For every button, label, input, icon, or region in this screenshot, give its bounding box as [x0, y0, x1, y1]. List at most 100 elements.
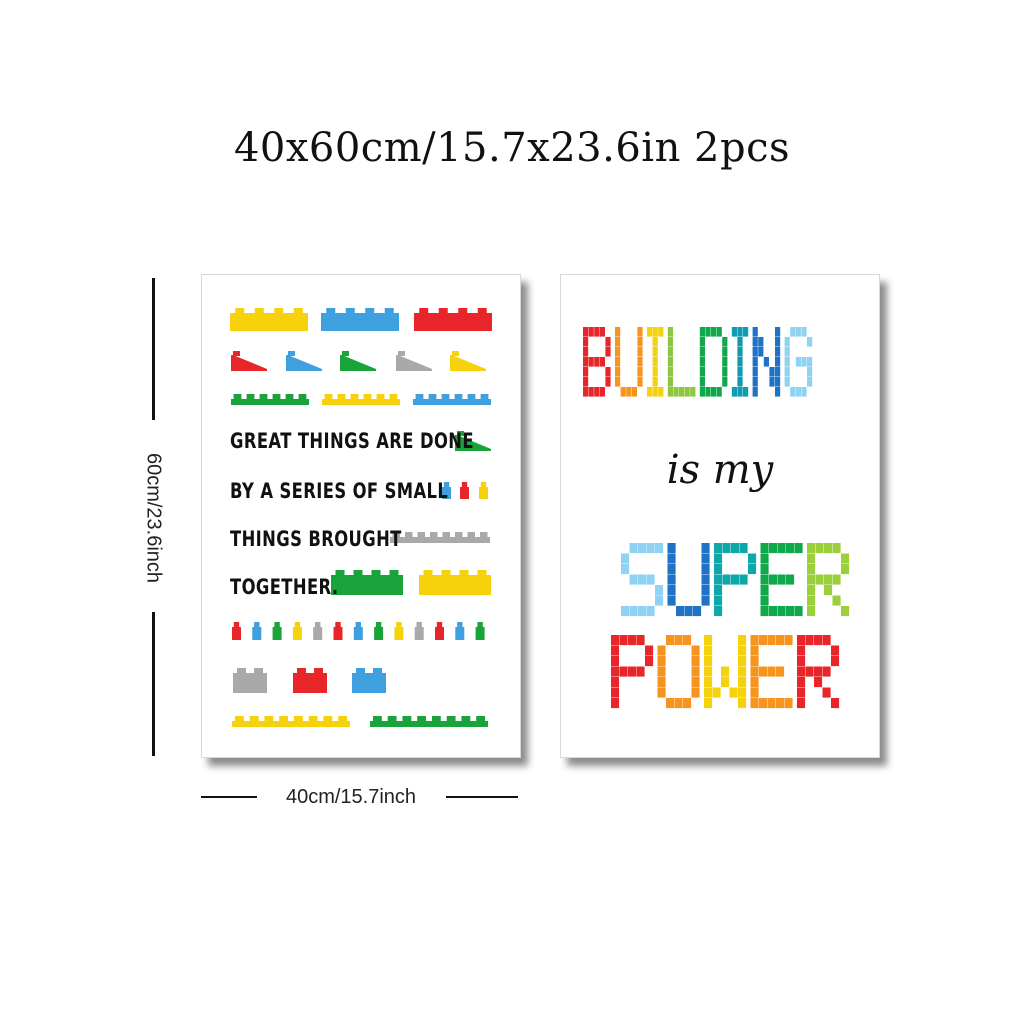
quote-line-4: TOGETHER.: [230, 575, 339, 599]
green-brick: [331, 575, 403, 595]
power-letter-pixel: [759, 666, 768, 677]
power-letter-pixel: [738, 677, 747, 688]
page-title: 40x60cm/15.7x23.6in 2pcs: [233, 125, 791, 171]
yellow-plate-stud: [389, 394, 398, 399]
building-letter-pixel: [667, 387, 673, 397]
super-letter-pixel: [621, 606, 630, 617]
super-letter-pixel: [667, 543, 676, 554]
super-letter-pixel: [807, 553, 816, 564]
green-plate: [231, 399, 309, 405]
power-letter-pixel: [657, 645, 666, 656]
power-letter-pixel: [691, 645, 700, 656]
building-letter-pixel: [626, 387, 632, 397]
quote-line-1: GREAT THINGS ARE DONE: [230, 429, 474, 453]
yellow-plate-stud: [350, 394, 359, 399]
building-letter-pixel: [658, 387, 664, 397]
building-letter-pixel: [752, 327, 758, 337]
red-mini-brick: [460, 487, 469, 499]
height-label: 60cm/23.6inch: [142, 452, 165, 584]
building-letter-pixel: [615, 347, 621, 357]
power-letter-pixel: [674, 698, 683, 709]
width-measure-line-left: [201, 796, 257, 798]
green-plate-stud: [259, 394, 268, 399]
building-letter-pixel: [743, 327, 749, 337]
building-letter-pixel: [647, 387, 653, 397]
pixel-lettering: [583, 327, 850, 709]
yellow-brick-stud: [254, 308, 264, 313]
super-letter-pixel: [739, 543, 748, 554]
building-letter-pixel: [699, 347, 705, 357]
super-letter-pixel: [714, 543, 723, 554]
gray-plate-stud: [442, 532, 450, 537]
building-letter-pixel: [583, 387, 589, 397]
super-letter-pixel: [815, 574, 824, 585]
building-letter-pixel: [637, 327, 643, 337]
super-letter-pixel: [760, 606, 769, 617]
blue-plate-stud: [441, 394, 450, 399]
building-letter-pixel: [795, 327, 801, 337]
red-2x2-brick: [293, 673, 327, 693]
building-letter-pixel: [690, 387, 696, 397]
blue-plate: [413, 399, 491, 405]
super-letter-pixel: [621, 553, 630, 564]
tiny-brick: [394, 627, 404, 640]
power-letter-pixel: [611, 656, 620, 667]
building-letter-pixel: [594, 387, 600, 397]
green-plate-stud: [298, 394, 307, 399]
super-letter-pixel: [629, 574, 638, 585]
power-letter-pixel: [776, 666, 785, 677]
building-letter-pixel: [784, 337, 790, 347]
building-letter-pixel: [801, 387, 807, 397]
building-letter-pixel: [667, 377, 673, 387]
building-letter-pixel: [615, 337, 621, 347]
building-letter-pixel: [652, 347, 658, 357]
super-letter-pixel: [701, 585, 710, 596]
power-letter-pixel: [628, 635, 637, 646]
tiny-brick-stud: [416, 622, 422, 627]
super-letter-pixel: [769, 606, 778, 617]
building-letter-pixel: [807, 367, 813, 377]
power-letter-pixel: [691, 656, 700, 667]
building-letter-pixel: [763, 357, 769, 367]
building-letter-pixel: [673, 387, 679, 397]
super-letter-pixel: [748, 564, 757, 575]
width-measure-line-right: [446, 796, 518, 798]
building-letter-pixel: [605, 337, 611, 347]
tiny-brick: [455, 627, 465, 640]
super-letter-pixel: [714, 564, 723, 575]
power-letter-pixel: [784, 635, 793, 646]
super-letter-pixel: [777, 606, 786, 617]
blue-brick-stud: [365, 308, 375, 313]
tiny-brick-stud: [254, 622, 260, 627]
super-letter-pixel: [760, 564, 769, 575]
green-long-plate-stud: [417, 716, 427, 721]
super-letter-pixel: [794, 606, 803, 617]
super-letter-pixel: [693, 606, 702, 617]
right-poster: is my: [560, 274, 880, 758]
power-letter-pixel: [636, 635, 645, 646]
building-letter-pixel: [583, 367, 589, 377]
tiny-brick: [313, 627, 323, 640]
super-letter-pixel: [769, 574, 778, 585]
power-letter-pixel: [831, 698, 840, 709]
super-letter-pixel: [638, 606, 647, 617]
building-letter-pixel: [784, 347, 790, 357]
power-letter-pixel: [674, 635, 683, 646]
gray-2x2-brick: [233, 673, 267, 693]
building-letter-pixel: [599, 387, 605, 397]
building-letter-pixel: [615, 367, 621, 377]
super-letter-pixel: [701, 574, 710, 585]
power-letter-pixel: [704, 656, 713, 667]
building-letter-pixel: [784, 377, 790, 387]
yellow-slope-stud: [452, 351, 459, 356]
building-letter-pixel: [684, 387, 690, 397]
tiny-brick-stud: [457, 622, 463, 627]
power-letter-pixel: [628, 666, 637, 677]
super-letter-pixel: [731, 543, 740, 554]
red-brick: [414, 313, 492, 331]
building-letter-pixel: [583, 337, 589, 347]
power-letter-pixel: [750, 666, 759, 677]
building-letter-pixel: [775, 367, 781, 377]
building-letter-pixel: [605, 377, 611, 387]
power-letter-pixel: [619, 635, 628, 646]
